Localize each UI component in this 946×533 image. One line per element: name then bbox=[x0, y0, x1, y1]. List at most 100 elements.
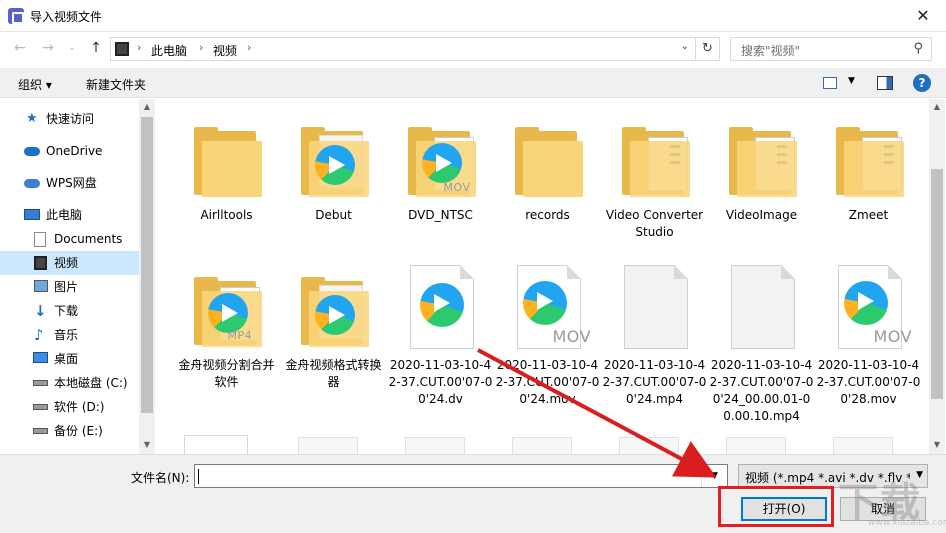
file-item-partial[interactable] bbox=[512, 437, 572, 454]
sidebar-item-wps-drive[interactable]: WPS网盘 bbox=[0, 171, 139, 195]
file-item[interactable]: Video Converter Studio bbox=[602, 115, 707, 241]
sidebar-item-onedrive[interactable]: OneDrive bbox=[0, 139, 139, 163]
address-bar[interactable]: › 此电脑 › 视频 › ⌄ ↻ bbox=[110, 37, 720, 61]
title-bar: 导入视频文件 ✕ bbox=[0, 0, 946, 32]
folder-video-icon bbox=[295, 265, 373, 353]
file-item[interactable]: 金舟视频格式转换器 bbox=[281, 265, 386, 391]
view-mode-icon[interactable] bbox=[823, 77, 837, 89]
file-item-partial[interactable] bbox=[184, 435, 248, 454]
drive-icon bbox=[33, 404, 48, 410]
scroll-down-icon[interactable]: ▼ bbox=[929, 440, 945, 449]
search-input[interactable]: 搜索"视频" ⚲ bbox=[730, 37, 932, 61]
file-item[interactable]: Airlltools bbox=[174, 115, 279, 224]
file-item-partial[interactable] bbox=[298, 437, 358, 454]
blank-file-icon bbox=[616, 265, 694, 353]
new-folder-button[interactable]: 新建文件夹 bbox=[86, 76, 146, 93]
file-name: Debut bbox=[315, 208, 352, 222]
breadcrumb-this-pc[interactable]: 此电脑 bbox=[151, 42, 187, 59]
close-button[interactable]: ✕ bbox=[900, 0, 946, 32]
chevron-down-icon[interactable]: ▼ bbox=[701, 465, 727, 487]
format-tag: MP4 bbox=[227, 329, 253, 342]
star-icon: ★ bbox=[26, 111, 38, 126]
folder-video-icon bbox=[295, 115, 373, 203]
sidebar-item-drive-d[interactable]: 软件 (D:) bbox=[0, 395, 139, 419]
preview-pane-icon[interactable] bbox=[877, 76, 893, 90]
sidebar-item-label: 视频 bbox=[54, 256, 79, 270]
file-list: Airlltools Debut MOV DVD_NTSC records Vi… bbox=[158, 99, 928, 454]
file-item[interactable]: MOV 2020-11-03-10-42-37.CUT.00'07-00'28.… bbox=[816, 265, 921, 408]
sidebar-item-drive-e[interactable]: 备份 (E:) bbox=[0, 419, 139, 443]
file-item-partial[interactable] bbox=[833, 437, 893, 454]
folder-doc-icon bbox=[723, 115, 801, 203]
format-tag: MOV bbox=[552, 327, 592, 346]
sidebar-item-documents[interactable]: Documents bbox=[0, 227, 139, 251]
document-icon bbox=[34, 232, 46, 247]
file-name: VideoImage bbox=[725, 208, 798, 222]
organize-button[interactable]: 组织 ▾ bbox=[18, 76, 52, 93]
scrollbar-thumb[interactable] bbox=[141, 117, 153, 413]
scrollbar-thumb[interactable] bbox=[931, 169, 943, 399]
sidebar-item-music[interactable]: ♪ 音乐 bbox=[0, 323, 139, 347]
chevron-right-icon[interactable]: › bbox=[199, 41, 203, 54]
sidebar-item-this-pc[interactable]: 此电脑 bbox=[0, 203, 139, 227]
file-item[interactable]: MP4 金舟视频分割合并软件 bbox=[174, 265, 279, 391]
file-list-scrollbar[interactable]: ▲ ▼ bbox=[929, 99, 945, 454]
chevron-down-icon[interactable]: ⌄ bbox=[681, 41, 689, 52]
sidebar-item-downloads[interactable]: ↓ 下载 bbox=[0, 299, 139, 323]
file-item-partial[interactable] bbox=[405, 437, 465, 454]
sidebar-item-label: Documents bbox=[54, 232, 123, 246]
help-icon[interactable]: ? bbox=[913, 74, 931, 92]
chevron-right-icon[interactable]: › bbox=[137, 41, 141, 54]
file-item[interactable]: MOV DVD_NTSC bbox=[388, 115, 493, 224]
sidebar-scrollbar[interactable]: ▲ ▼ bbox=[139, 99, 155, 454]
recent-chevron-icon[interactable]: ⌄ bbox=[62, 38, 82, 58]
sidebar-item-label: 此电脑 bbox=[46, 208, 83, 222]
refresh-icon[interactable]: ↻ bbox=[695, 38, 719, 60]
sidebar-item-pictures[interactable]: 图片 bbox=[0, 275, 139, 299]
back-arrow-icon[interactable]: ← bbox=[10, 38, 30, 58]
filename-label: 文件名(N): bbox=[131, 471, 190, 485]
search-placeholder: 搜索"视频" bbox=[741, 44, 801, 58]
scroll-up-icon[interactable]: ▲ bbox=[929, 102, 945, 111]
desktop-icon bbox=[33, 352, 48, 363]
sidebar-item-label: 备份 (E:) bbox=[54, 424, 103, 438]
file-item[interactable]: Debut bbox=[281, 115, 386, 224]
file-item-partial[interactable] bbox=[619, 437, 679, 454]
file-item[interactable]: Zmeet bbox=[816, 115, 921, 224]
sidebar-item-desktop[interactable]: 桌面 bbox=[0, 347, 139, 371]
sidebar-item-label: OneDrive bbox=[46, 144, 103, 158]
file-name: 金舟视频格式转换器 bbox=[285, 358, 382, 389]
file-item[interactable]: records bbox=[495, 115, 600, 224]
format-tag: MOV bbox=[873, 327, 913, 346]
music-icon: ♪ bbox=[34, 326, 44, 344]
search-icon[interactable]: ⚲ bbox=[913, 41, 923, 56]
window-title: 导入视频文件 bbox=[30, 10, 103, 24]
sidebar-item-videos[interactable]: 视频 bbox=[0, 251, 139, 275]
file-item[interactable]: 2020-11-03-10-42-37.CUT.00'07-00'24_00.0… bbox=[709, 265, 814, 425]
chevron-right-icon[interactable]: › bbox=[247, 41, 251, 54]
file-item[interactable]: MOV 2020-11-03-10-42-37.CUT.00'07-00'24.… bbox=[495, 265, 600, 408]
blank-file-icon bbox=[723, 265, 801, 353]
filename-input[interactable]: ▼ bbox=[194, 464, 728, 488]
sidebar-item-drive-c[interactable]: 本地磁盘 (C:) bbox=[0, 371, 139, 395]
file-item[interactable]: 2020-11-03-10-42-37.CUT.00'07-00'24.mp4 bbox=[602, 265, 707, 408]
chevron-down-icon[interactable]: ▼ bbox=[848, 76, 855, 86]
picture-icon bbox=[34, 280, 48, 292]
sidebar-item-label: WPS网盘 bbox=[46, 176, 97, 190]
file-item[interactable]: 2020-11-03-10-42-37.CUT.00'07-00'24.dv bbox=[388, 265, 493, 408]
scroll-down-icon[interactable]: ▼ bbox=[139, 440, 155, 449]
sidebar-item-label: 本地磁盘 (C:) bbox=[54, 376, 128, 390]
cloud-icon bbox=[24, 147, 40, 156]
forward-arrow-icon[interactable]: → bbox=[38, 38, 58, 58]
file-name: DVD_NTSC bbox=[408, 208, 473, 222]
file-name: 2020-11-03-10-42-37.CUT.00'07-00'28.mov bbox=[816, 358, 921, 406]
folder-doc-icon bbox=[616, 115, 694, 203]
breadcrumb-videos[interactable]: 视频 bbox=[213, 42, 237, 59]
up-arrow-icon[interactable]: ↑ bbox=[86, 38, 106, 58]
annotation-highlight-box bbox=[718, 486, 834, 527]
sidebar-item-quick-access[interactable]: ★ 快速访问 bbox=[0, 107, 139, 131]
file-item-partial[interactable] bbox=[726, 437, 786, 454]
scroll-up-icon[interactable]: ▲ bbox=[139, 102, 155, 111]
file-item[interactable]: VideoImage bbox=[709, 115, 814, 224]
drive-icon bbox=[33, 380, 48, 386]
